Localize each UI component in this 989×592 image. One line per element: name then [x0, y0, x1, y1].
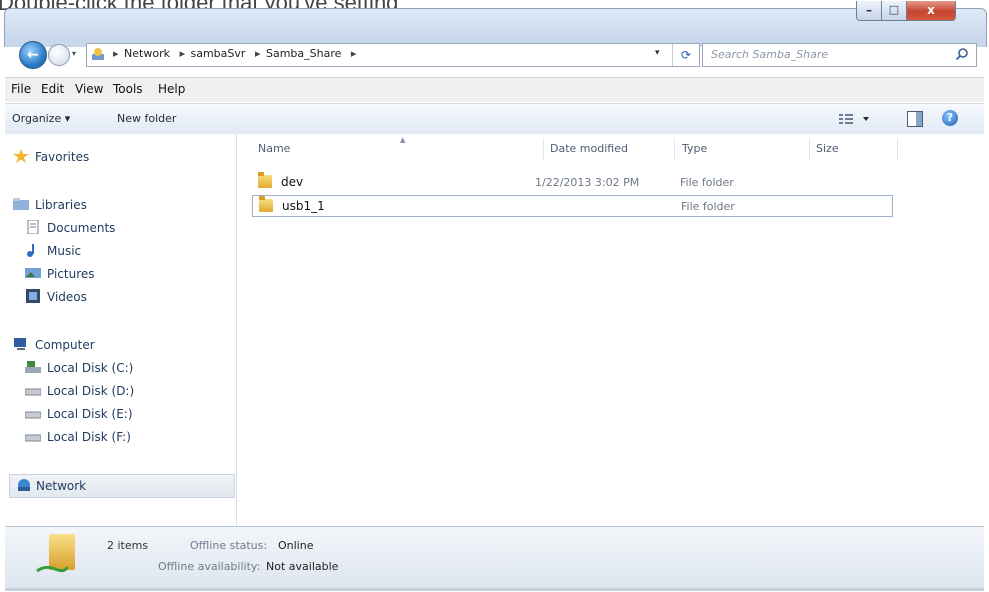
menu-file[interactable]: File: [11, 82, 31, 96]
breadcrumb-separator: ▸: [113, 47, 119, 60]
back-arrow-icon: ←: [27, 47, 39, 63]
navigation-pane: Favorites Libraries Documents Music Pict…: [5, 134, 237, 525]
minimize-icon: –: [866, 3, 872, 17]
command-bar: Organize ▾ New folder ?: [5, 103, 984, 135]
offline-availability-label: Offline availability:: [158, 560, 261, 573]
file-list: ▲ Name Date modified Type Size dev 1/22/…: [237, 134, 984, 525]
change-view-button[interactable]: [837, 111, 877, 127]
offline-status-label: Offline status:: [190, 539, 268, 552]
folder-icon: [258, 172, 272, 188]
status-bar: 2 items Offline status: Online Offline a…: [5, 526, 984, 589]
folder-icon: [259, 196, 273, 212]
offline-status-value: Online: [278, 539, 314, 552]
disk-icon: [25, 361, 41, 373]
video-icon: [26, 289, 40, 303]
file-row[interactable]: usb1_1 File folder: [252, 195, 893, 217]
column-divider[interactable]: [674, 138, 675, 160]
disk-icon: [25, 388, 41, 396]
column-divider[interactable]: [543, 138, 544, 160]
picture-icon: [25, 268, 41, 278]
breadcrumb-separator[interactable]: ▸: [351, 47, 357, 60]
sort-indicator-icon: ▲: [400, 136, 406, 144]
address-dropdown-button[interactable]: ▾: [655, 48, 660, 58]
network-share-icon: [36, 565, 69, 573]
breadcrumb-item-server[interactable]: sambaSvr: [191, 47, 246, 60]
address-bar[interactable]: ▸ Network ▸ sambaSvr ▸ Samba_Share ▸ ▾ ⟳: [86, 43, 700, 67]
close-button[interactable]: x: [906, 1, 956, 21]
search-input[interactable]: [711, 47, 941, 62]
file-type: File folder: [681, 200, 735, 213]
close-icon: x: [927, 3, 935, 17]
computer-icon: [14, 338, 26, 350]
offline-availability-value: Not available: [266, 560, 339, 573]
network-icon: [18, 479, 30, 491]
library-icon: [13, 198, 29, 210]
refresh-icon: ⟳: [680, 48, 692, 62]
network-icon: [92, 48, 104, 60]
disk-icon: [25, 411, 41, 419]
menu-view[interactable]: View: [75, 82, 103, 96]
column-header-date-modified[interactable]: Date modified: [550, 142, 628, 155]
star-icon: [13, 149, 29, 163]
forward-button[interactable]: [48, 44, 70, 66]
refresh-button[interactable]: ⟳: [672, 44, 699, 66]
preview-pane-button[interactable]: [907, 111, 923, 127]
nav-network[interactable]: Network: [9, 474, 235, 498]
search-box[interactable]: [702, 43, 977, 67]
disk-icon: [25, 434, 41, 442]
document-icon: [27, 220, 39, 234]
file-date: 1/22/2013 3:02 PM: [535, 176, 640, 189]
search-icon[interactable]: [955, 47, 969, 61]
column-header-size[interactable]: Size: [816, 142, 839, 155]
menu-edit[interactable]: Edit: [41, 82, 64, 96]
breadcrumb: ▸ Network ▸ sambaSvr ▸ Samba_Share ▸: [109, 47, 358, 60]
organize-button[interactable]: Organize ▾: [12, 112, 70, 125]
column-header-type[interactable]: Type: [682, 142, 707, 155]
recent-pages-dropdown[interactable]: ▾: [72, 49, 81, 58]
file-name: dev: [281, 175, 304, 189]
breadcrumb-item-network[interactable]: Network: [124, 47, 170, 60]
maximize-icon: □: [888, 3, 900, 16]
new-folder-button[interactable]: New folder: [117, 112, 176, 125]
breadcrumb-item-share[interactable]: Samba_Share: [266, 47, 341, 60]
breadcrumb-separator[interactable]: ▸: [255, 47, 261, 60]
maximize-button[interactable]: □: [881, 1, 907, 21]
menu-tools[interactable]: Tools: [113, 82, 143, 96]
menu-bar: File Edit View Tools Help: [5, 77, 984, 102]
help-icon[interactable]: ?: [942, 110, 958, 126]
column-divider[interactable]: [897, 138, 898, 160]
column-divider[interactable]: [809, 138, 810, 160]
file-type: File folder: [680, 176, 734, 189]
column-header-name[interactable]: Name: [258, 142, 290, 155]
file-row[interactable]: dev 1/22/2013 3:02 PM File folder: [252, 172, 891, 192]
window-frame: [4, 8, 987, 47]
music-icon: [27, 244, 34, 257]
file-name: usb1_1: [282, 199, 325, 213]
back-button[interactable]: ←: [19, 41, 47, 69]
window-bottom-border: [5, 588, 984, 591]
menu-help[interactable]: Help: [158, 82, 185, 96]
item-count: 2 items: [107, 539, 149, 552]
minimize-button[interactable]: –: [856, 1, 882, 21]
breadcrumb-separator[interactable]: ▸: [179, 47, 185, 60]
